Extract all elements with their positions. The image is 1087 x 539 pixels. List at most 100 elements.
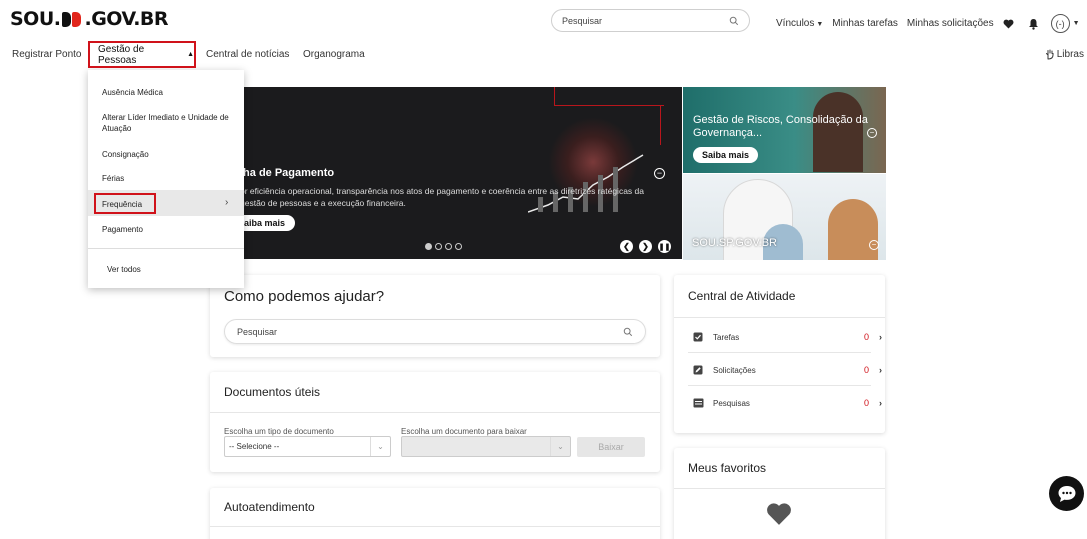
carousel-dot[interactable] — [425, 243, 432, 250]
divider — [674, 488, 885, 489]
top-links: Vínculos ▼ Minhas tarefas Minhas solicita… — [776, 14, 1080, 33]
sp-map-icon — [62, 11, 82, 27]
divider — [688, 352, 871, 353]
caret-up-icon: ▲ — [187, 51, 194, 58]
hero-decoration — [554, 87, 555, 105]
pause-icon[interactable]: ❚❚ — [658, 240, 671, 253]
activity-card: Central de Atividade Tarefas 0 › Solicit… — [674, 275, 885, 433]
avatar: (-) — [1050, 14, 1070, 33]
side-banner-risk[interactable]: Gestão de Riscos, Consolidação da Govern… — [683, 87, 886, 173]
activity-row-tarefas[interactable]: Tarefas 0 › — [692, 327, 882, 347]
activity-count: 0 — [863, 365, 869, 375]
side-banner-health[interactable]: SOU.SP.GOV.BR − — [683, 174, 886, 260]
activity-count: 0 — [863, 332, 869, 342]
search-icon[interactable] — [729, 16, 739, 26]
chevron-down-icon: ⌄ — [550, 437, 570, 456]
divider — [674, 317, 885, 318]
activity-row-solicitacoes[interactable]: Solicitações 0 › — [692, 360, 882, 380]
favorites-card: Meus favoritos — [674, 448, 885, 539]
activity-count: 0 — [863, 398, 869, 408]
libras-button[interactable]: Libras — [1045, 49, 1084, 60]
menu-item-alterar-lider[interactable]: Alterar Líder Imediato e Unidade de Atua… — [102, 112, 230, 134]
banner-photo — [828, 199, 878, 260]
top-search-box[interactable] — [551, 9, 750, 32]
activity-row-pesquisas[interactable]: Pesquisas 0 › — [692, 393, 882, 413]
nav-central-noticias[interactable]: Central de notícias — [206, 49, 289, 60]
activity-label: Pesquisas — [713, 398, 750, 408]
top-search-input[interactable] — [562, 15, 729, 26]
chevron-right-icon: › — [879, 332, 882, 342]
vinculos-label: Vínculos — [776, 18, 815, 29]
nav-registrar-ponto[interactable]: Registrar Ponto — [12, 49, 81, 60]
menu-item-ver-todos[interactable]: Ver todos — [107, 264, 141, 275]
divider — [210, 526, 660, 527]
menu-item-ausencia-medica[interactable]: Ausência Médica — [102, 87, 163, 98]
document-download-label: Escolha um documento para baixar — [401, 427, 527, 436]
divider — [88, 248, 244, 249]
documents-title: Documentos úteis — [224, 385, 321, 399]
help-search-input[interactable] — [237, 326, 623, 337]
divider — [688, 385, 871, 386]
edit-icon — [692, 364, 704, 376]
activity-label: Tarefas — [713, 332, 740, 342]
logo-prefix: SOU. — [10, 8, 61, 30]
collapse-icon[interactable]: − — [867, 128, 877, 138]
heart-icon — [767, 503, 791, 525]
hero-description: or eficiência operacional, transparência… — [240, 186, 644, 208]
documents-card: Documentos úteis Escolha um tipo de docu… — [210, 372, 660, 472]
hero-decoration — [660, 105, 661, 145]
carousel-dots — [425, 243, 462, 250]
menu-item-consignacao[interactable]: Consignação — [102, 149, 149, 160]
hero-carousel: lha de Pagamento or eficiência operacion… — [228, 87, 682, 259]
carousel-dot[interactable] — [435, 243, 442, 250]
document-type-select[interactable]: -- Selecione -- ⌄ — [224, 436, 391, 457]
menu-item-pagamento[interactable]: Pagamento — [102, 224, 143, 235]
caret-down-icon: ▼ — [1072, 20, 1080, 27]
chevron-right-icon: › — [879, 365, 882, 375]
next-slide-icon[interactable]: ❯ — [639, 240, 652, 253]
minhas-tarefas-link[interactable]: Minhas tarefas — [832, 18, 898, 29]
nav-organograma[interactable]: Organograma — [303, 49, 365, 60]
bell-icon[interactable] — [1028, 18, 1039, 30]
side-banner-bottom-text: SOU.SP.GOV.BR — [692, 237, 777, 249]
hand-icon — [1045, 49, 1054, 60]
chat-button[interactable] — [1049, 476, 1084, 511]
menu-item-frequencia[interactable]: Frequência — [102, 199, 142, 210]
site-logo[interactable]: SOU. .GOV.BR — [10, 8, 169, 30]
activity-label: Solicitações — [713, 365, 756, 375]
chat-icon — [1058, 485, 1075, 502]
search-icon[interactable] — [623, 327, 633, 337]
gestao-pessoas-dropdown: Ausência Médica Alterar Líder Imediato e… — [88, 70, 244, 288]
activity-title: Central de Atividade — [688, 289, 796, 303]
carousel-dot[interactable] — [455, 243, 462, 250]
hero-title: lha de Pagamento — [240, 167, 335, 179]
chevron-right-icon: › — [225, 197, 229, 208]
self-service-card: Autoatendimento — [210, 488, 660, 539]
hero-decoration — [554, 105, 664, 106]
carousel-dot[interactable] — [445, 243, 452, 250]
help-search-box[interactable] — [224, 319, 646, 344]
side-saiba-mais-button[interactable]: Saiba mais — [693, 147, 759, 163]
chevron-right-icon: › — [879, 398, 882, 408]
nav-gestao-pessoas[interactable]: Gestão de Pessoas ▲ — [88, 41, 196, 68]
libras-label: Libras — [1056, 49, 1084, 60]
divider — [210, 412, 660, 413]
caret-down-icon: ▼ — [816, 21, 824, 28]
vinculos-menu[interactable]: Vínculos ▼ — [776, 18, 823, 29]
prev-slide-icon[interactable]: ❮ — [620, 240, 633, 253]
document-download-select[interactable]: ⌄ — [401, 436, 571, 457]
self-service-title: Autoatendimento — [224, 500, 315, 514]
minhas-solicitacoes-link[interactable]: Minhas solicitações — [907, 18, 994, 29]
survey-icon — [692, 397, 704, 409]
collapse-icon[interactable]: − — [654, 168, 665, 179]
menu-item-ferias[interactable]: Férias — [102, 173, 124, 184]
document-type-value: -- Selecione -- — [229, 442, 280, 451]
download-button[interactable]: Baixar — [577, 437, 645, 457]
collapse-icon[interactable]: − — [869, 240, 879, 250]
favorites-title: Meus favoritos — [688, 461, 767, 475]
heart-icon[interactable] — [1003, 19, 1014, 29]
user-menu[interactable]: (-) ▼ — [1050, 14, 1080, 33]
help-title: Como podemos ajudar? — [224, 288, 385, 305]
checkbox-icon — [692, 331, 704, 343]
chevron-down-icon: ⌄ — [370, 437, 390, 456]
